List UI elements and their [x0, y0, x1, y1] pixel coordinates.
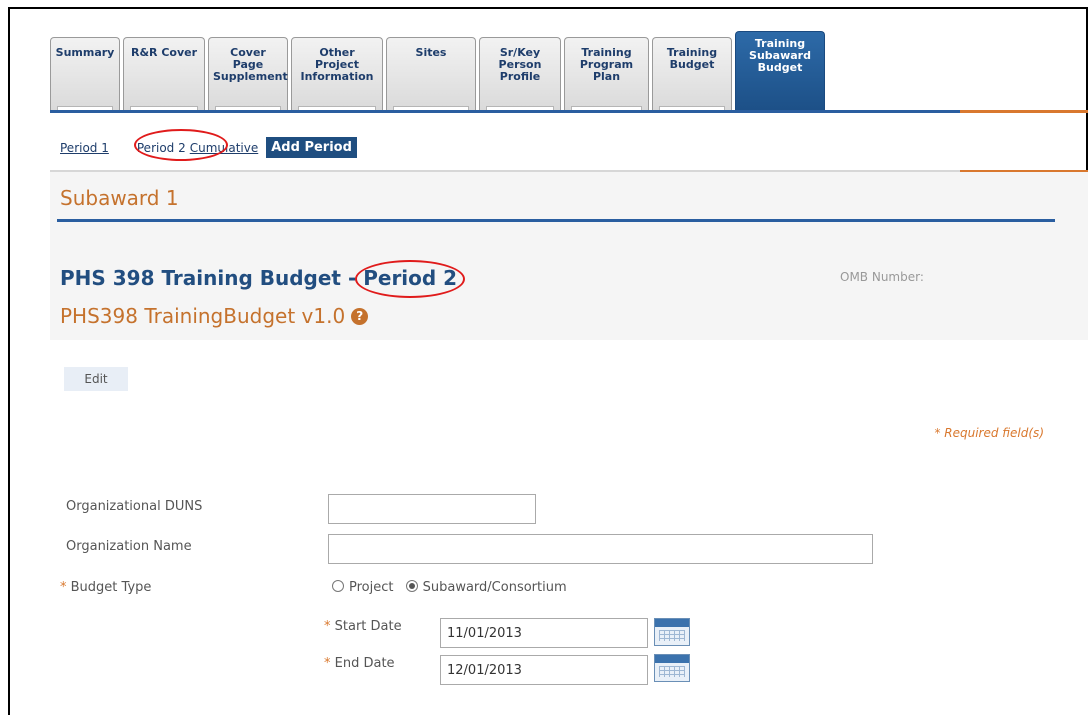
radio-subaward[interactable]: Subaward/Consortium [405, 580, 567, 595]
required-fields-note: * Required field(s) [934, 426, 1044, 440]
period-2-highlight-circle [134, 129, 228, 161]
tab-training-subaward-budget[interactable]: Training Subaward Budget [735, 31, 825, 113]
duns-label: Organizational DUNS [66, 499, 203, 514]
tab-rr-cover[interactable]: R&R Cover [123, 37, 205, 113]
start-date-label: * Start Date [324, 619, 402, 634]
end-date-input[interactable] [440, 655, 648, 685]
edit-button[interactable]: Edit [64, 367, 128, 391]
start-date-label-text: Start Date [334, 619, 402, 634]
end-date-calendar-icon[interactable] [654, 654, 690, 682]
app-frame: Summary R&R Cover Cover Page Supplement … [8, 7, 1088, 715]
tab-summary[interactable]: Summary [50, 37, 120, 113]
required-star: * [324, 656, 335, 671]
tab-training-program-plan[interactable]: Training Program Plan [564, 37, 649, 113]
tab-training-budget[interactable]: Training Budget [652, 37, 732, 113]
radio-subaward-button[interactable] [405, 580, 418, 592]
tab-bar: Summary R&R Cover Cover Page Supplement … [50, 31, 828, 113]
tab-cover-page-supplement[interactable]: Cover Page Supplement [208, 37, 288, 113]
radio-project-label: Project [349, 580, 394, 595]
subaward-title: Subaward 1 [60, 186, 179, 210]
tab-sr-key-person-profile[interactable]: Sr/Key Person Profile [479, 37, 561, 113]
org-name-label: Organization Name [66, 539, 192, 554]
tab-underline [50, 110, 960, 113]
end-date-label-text: End Date [334, 656, 395, 671]
end-date-label: * End Date [324, 656, 395, 671]
budget-type-label: * Budget Type [60, 580, 151, 595]
radio-project-button[interactable] [332, 580, 344, 592]
subaward-panel: Subaward 1 PHS 398 Training Budget - Per… [50, 172, 1088, 715]
add-period-button[interactable]: Add Period [266, 137, 357, 158]
required-star: * [60, 580, 71, 595]
start-date-input[interactable] [440, 618, 648, 648]
omb-number-label: OMB Number: [840, 270, 924, 284]
budget-type-radio-group: Project Subaward/Consortium [332, 580, 567, 595]
subaward-divider [57, 219, 1055, 222]
tab-other-project-information[interactable]: Other Project Information [291, 37, 383, 113]
period-1-link[interactable]: Period 1 [60, 141, 109, 155]
form-area: Edit * Required field(s) Organizational … [50, 340, 1088, 715]
org-name-input[interactable] [328, 534, 873, 564]
form-version-text: PHS398 TrainingBudget v1.0 [60, 304, 346, 328]
radio-project[interactable]: Project [332, 580, 393, 595]
tab-underline-accent [960, 110, 1088, 113]
form-heading-text: PHS 398 Training Budget - [60, 266, 364, 290]
budget-type-label-text: Budget Type [70, 580, 152, 595]
help-icon[interactable]: ? [351, 308, 369, 325]
heading-period-highlight-circle [355, 260, 465, 298]
tab-sites[interactable]: Sites [386, 37, 476, 113]
form-version: PHS398 TrainingBudget v1.0? [60, 304, 369, 328]
duns-input[interactable] [328, 494, 536, 524]
required-star: * [324, 619, 335, 634]
radio-subaward-label: Subaward/Consortium [422, 580, 567, 595]
start-date-calendar-icon[interactable] [654, 618, 690, 646]
